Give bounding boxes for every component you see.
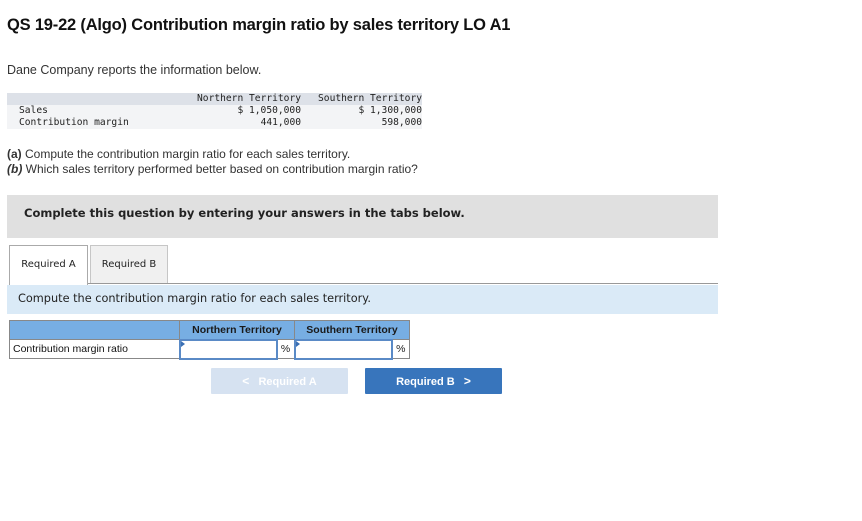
- answer-row-label: Contribution margin ratio: [9, 339, 180, 359]
- northern-ratio-cell[interactable]: [178, 338, 278, 360]
- northern-value: 441,000: [184, 117, 311, 129]
- instructions-banner: Complete this question by entering your …: [7, 195, 718, 238]
- given-data-row: Contribution margin 441,000 598,000: [7, 117, 422, 129]
- input-flag-icon: [295, 340, 300, 347]
- answer-header-row: Northern Territory Southern Territory: [9, 320, 410, 340]
- row-label: Sales: [7, 105, 184, 117]
- question-tag: (b): [7, 162, 23, 176]
- tab-instruction: Compute the contribution margin ratio fo…: [7, 285, 718, 314]
- question-b: (b) Which sales territory performed bett…: [7, 162, 418, 176]
- chevron-right-icon: >: [463, 374, 471, 388]
- tab-divider: [9, 283, 718, 284]
- question-text: Compute the contribution margin ratio fo…: [21, 147, 351, 161]
- given-header-blank: [7, 93, 184, 105]
- chevron-left-icon: <: [242, 374, 250, 388]
- question-a: (a) Compute the contribution margin rati…: [7, 147, 350, 161]
- answer-header-blank: [9, 320, 180, 340]
- question-tag: (a): [7, 147, 22, 161]
- next-button-label: Required B: [396, 376, 455, 388]
- northern-value: $ 1,050,000: [184, 105, 311, 117]
- next-required-b-button[interactable]: Required B >: [365, 368, 502, 394]
- southern-value: $ 1,300,000: [311, 105, 422, 117]
- question-text: Which sales territory performed better b…: [22, 162, 418, 176]
- tab-required-a[interactable]: Required A: [9, 245, 88, 285]
- southern-value: 598,000: [311, 117, 422, 129]
- percent-unit: %: [276, 339, 295, 359]
- given-data-row: Sales $ 1,050,000 $ 1,300,000: [7, 105, 422, 117]
- percent-unit: %: [391, 339, 410, 359]
- northern-ratio-input[interactable]: [180, 341, 276, 357]
- southern-ratio-input[interactable]: [295, 341, 391, 357]
- tab-required-b[interactable]: Required B: [90, 245, 168, 283]
- intro-text: Dane Company reports the information bel…: [7, 63, 262, 77]
- answer-header-southern: Southern Territory: [294, 320, 410, 340]
- answer-header-northern: Northern Territory: [179, 320, 295, 340]
- input-flag-icon: [180, 340, 185, 347]
- page-title: QS 19-22 (Algo) Contribution margin rati…: [7, 16, 511, 34]
- given-header-southern: Southern Territory: [311, 93, 422, 105]
- given-data-table: Northern Territory Southern Territory Sa…: [7, 93, 422, 129]
- prev-required-a-button: < Required A: [211, 368, 348, 394]
- given-header-northern: Northern Territory: [184, 93, 311, 105]
- row-label: Contribution margin: [7, 117, 184, 129]
- banner-text: Complete this question by entering your …: [24, 206, 465, 220]
- answer-row: Contribution margin ratio % %: [9, 338, 410, 360]
- given-data-header-row: Northern Territory Southern Territory: [7, 93, 422, 105]
- instruction-text: Compute the contribution margin ratio fo…: [18, 292, 371, 305]
- answer-table: Northern Territory Southern Territory Co…: [9, 320, 410, 360]
- southern-ratio-cell[interactable]: [293, 338, 393, 360]
- prev-button-label: Required A: [258, 376, 317, 388]
